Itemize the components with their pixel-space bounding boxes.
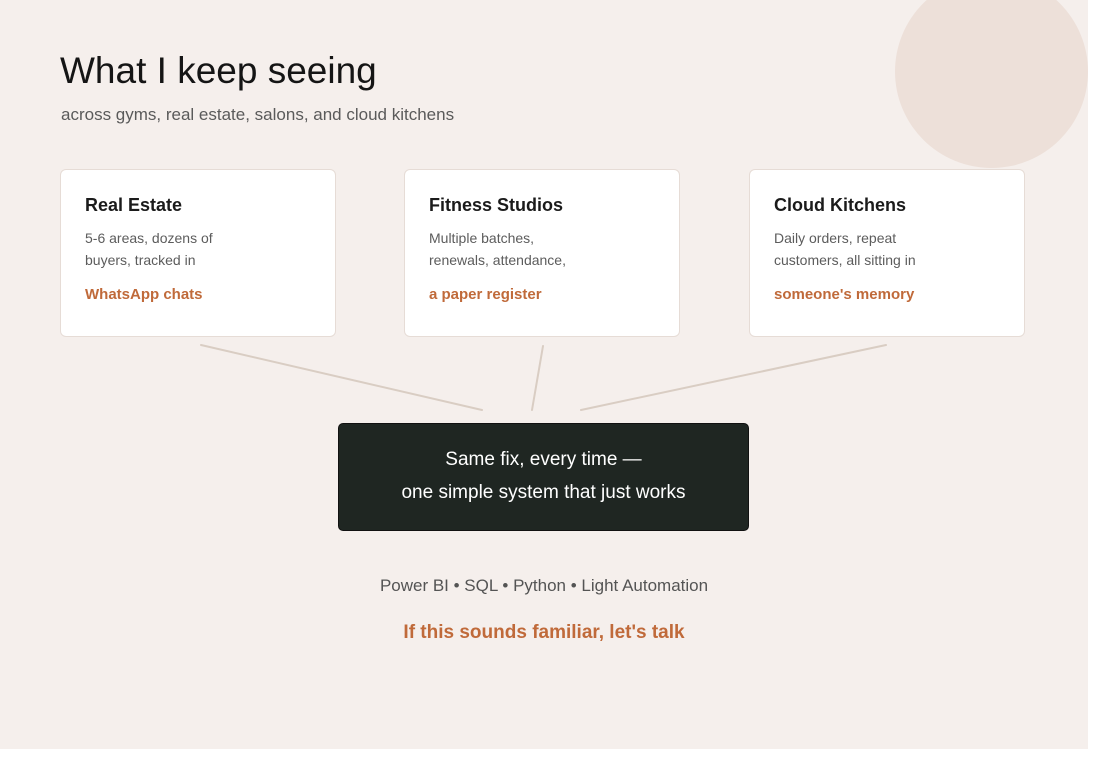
card-description-line: 5-6 areas, dozens of	[85, 230, 213, 246]
connector-line-left	[200, 344, 483, 411]
card-title: Fitness Studios	[429, 195, 564, 215]
solution-line: one simple system that just works	[401, 482, 686, 503]
card-title: Cloud Kitchens	[774, 195, 907, 215]
card-description: Daily orders, repeat customers, all sitt…	[774, 227, 916, 271]
card-highlight: someone's memory	[774, 286, 915, 303]
card-description-line: buyers, tracked in	[85, 252, 196, 268]
card-description-line: renewals, attendance,	[429, 252, 566, 268]
card-description-line: Daily orders, repeat	[774, 230, 897, 246]
card-description: Multiple batches, renewals, attendance,	[429, 227, 566, 271]
card-title: Real Estate	[85, 195, 183, 215]
slide: What I keep seeing across gyms, real est…	[0, 0, 1088, 749]
tools-list: Power BI • SQL • Python • Light Automati…	[379, 576, 709, 595]
card-highlight: a paper register	[429, 286, 542, 303]
card-description: 5-6 areas, dozens of buyers, tracked in	[85, 227, 213, 271]
decorative-circle	[895, 0, 1088, 168]
connector-line-right	[580, 344, 887, 411]
contact-cta-link[interactable]: If this sounds familiar, let's talk	[0, 622, 1088, 644]
page-subtitle: across gyms, real estate, salons, and cl…	[61, 105, 455, 124]
page-title: What I keep seeing	[60, 50, 377, 91]
card-description-line: Multiple batches,	[429, 230, 535, 246]
solution-line: Same fix, every time —	[445, 449, 642, 470]
card-fitness-studios: Fitness Studios Multiple batches, renewa…	[404, 169, 680, 337]
card-real-estate: Real Estate 5-6 areas, dozens of buyers,…	[60, 169, 336, 337]
solution-box: Same fix, every time — one simple system…	[338, 423, 749, 531]
connector-line-center	[531, 345, 544, 411]
card-cloud-kitchens: Cloud Kitchens Daily orders, repeat cust…	[749, 169, 1025, 337]
card-highlight: WhatsApp chats	[85, 286, 203, 303]
card-description-line: customers, all sitting in	[774, 252, 916, 268]
